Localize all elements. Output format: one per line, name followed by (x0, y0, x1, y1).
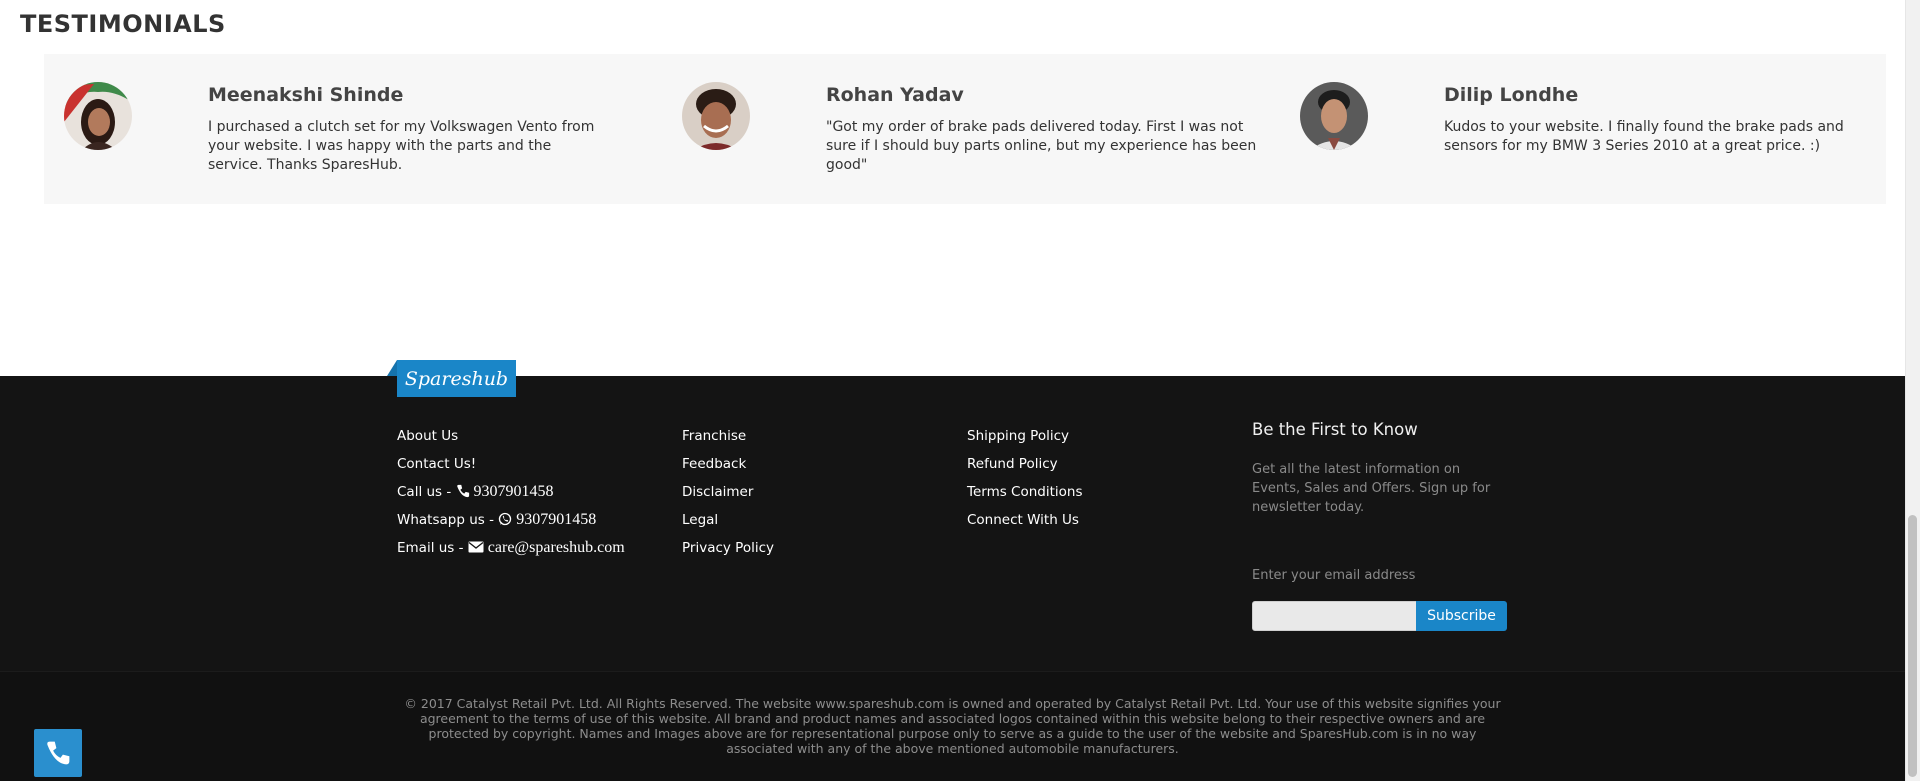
call-us-label: Call us - (397, 484, 456, 500)
whatsapp-icon (499, 512, 512, 526)
page: TESTIMONIALS Meenakshi Shinde I purchase… (0, 0, 1920, 781)
copyright-text: © 2017 Catalyst Retail Pvt. Ltd. All Rig… (404, 696, 1501, 756)
brand-tab-fold (387, 360, 397, 376)
avatar-image (682, 82, 750, 150)
call-us-item[interactable]: Call us - 9307901458 (397, 482, 625, 510)
call-us-number: 9307901458 (473, 483, 554, 500)
testimonial-name: Meenakshi Shinde (208, 84, 404, 106)
newsletter-email-label: Enter your email address (1252, 568, 1416, 583)
phone-icon (456, 484, 469, 498)
newsletter-email-input[interactable] (1252, 601, 1417, 631)
privacy-policy-link[interactable]: Privacy Policy (682, 538, 774, 566)
testimonials-strip: Meenakshi Shinde I purchased a clutch se… (44, 54, 1886, 204)
testimonials-title: TESTIMONIALS (20, 10, 226, 38)
envelope-icon (468, 541, 484, 553)
email-us-address: care@spareshub.com (487, 539, 625, 556)
avatar (682, 82, 750, 150)
avatar (1300, 82, 1368, 150)
about-us-link[interactable]: About Us (397, 426, 625, 454)
refund-policy-link[interactable]: Refund Policy (967, 454, 1083, 482)
footer: Spareshub About Us Contact Us! Call us -… (0, 360, 1905, 781)
subscribe-button[interactable]: Subscribe (1416, 601, 1507, 631)
shipping-policy-link[interactable]: Shipping Policy (967, 426, 1083, 454)
footer-column-company: Franchise Feedback Disclaimer Legal Priv… (682, 426, 774, 566)
brand-logo[interactable]: Spareshub (397, 360, 516, 397)
legal-link[interactable]: Legal (682, 510, 774, 538)
connect-with-us-link[interactable]: Connect With Us (967, 510, 1083, 538)
page-scrollbar[interactable] (1905, 0, 1920, 781)
contact-us-link[interactable]: Contact Us! (397, 454, 625, 482)
terms-conditions-link[interactable]: Terms Conditions (967, 482, 1083, 510)
testimonial-text: Kudos to your website. I finally found t… (1444, 119, 1844, 154)
avatar-image (64, 82, 132, 150)
footer-column-contact: About Us Contact Us! Call us - 930790145… (397, 426, 625, 566)
footer-column-policies: Shipping Policy Refund Policy Terms Cond… (967, 426, 1083, 538)
call-floating-button[interactable] (34, 729, 82, 777)
whatsapp-us-number: 9307901458 (516, 511, 597, 528)
scrollbar-thumb[interactable] (1908, 515, 1917, 777)
newsletter-title: Be the First to Know (1252, 420, 1418, 439)
testimonial-name: Rohan Yadav (826, 84, 964, 106)
email-us-label: Email us - (397, 540, 468, 556)
testimonial-text: "Got my order of brake pads delivered to… (826, 119, 1257, 173)
avatar (64, 82, 132, 150)
feedback-link[interactable]: Feedback (682, 454, 774, 482)
disclaimer-link[interactable]: Disclaimer (682, 482, 774, 510)
franchise-link[interactable]: Franchise (682, 426, 774, 454)
whatsapp-us-label: Whatsapp us - (397, 512, 499, 528)
testimonial-text: I purchased a clutch set for my Volkswag… (208, 119, 595, 173)
avatar-image (1300, 82, 1368, 150)
whatsapp-us-item[interactable]: Whatsapp us - 9307901458 (397, 510, 625, 538)
testimonial-name: Dilip Londhe (1444, 84, 1579, 106)
email-us-item[interactable]: Email us - care@spareshub.com (397, 538, 625, 566)
phone-icon (47, 741, 70, 765)
newsletter-description: Get all the latest information on Events… (1252, 462, 1491, 515)
